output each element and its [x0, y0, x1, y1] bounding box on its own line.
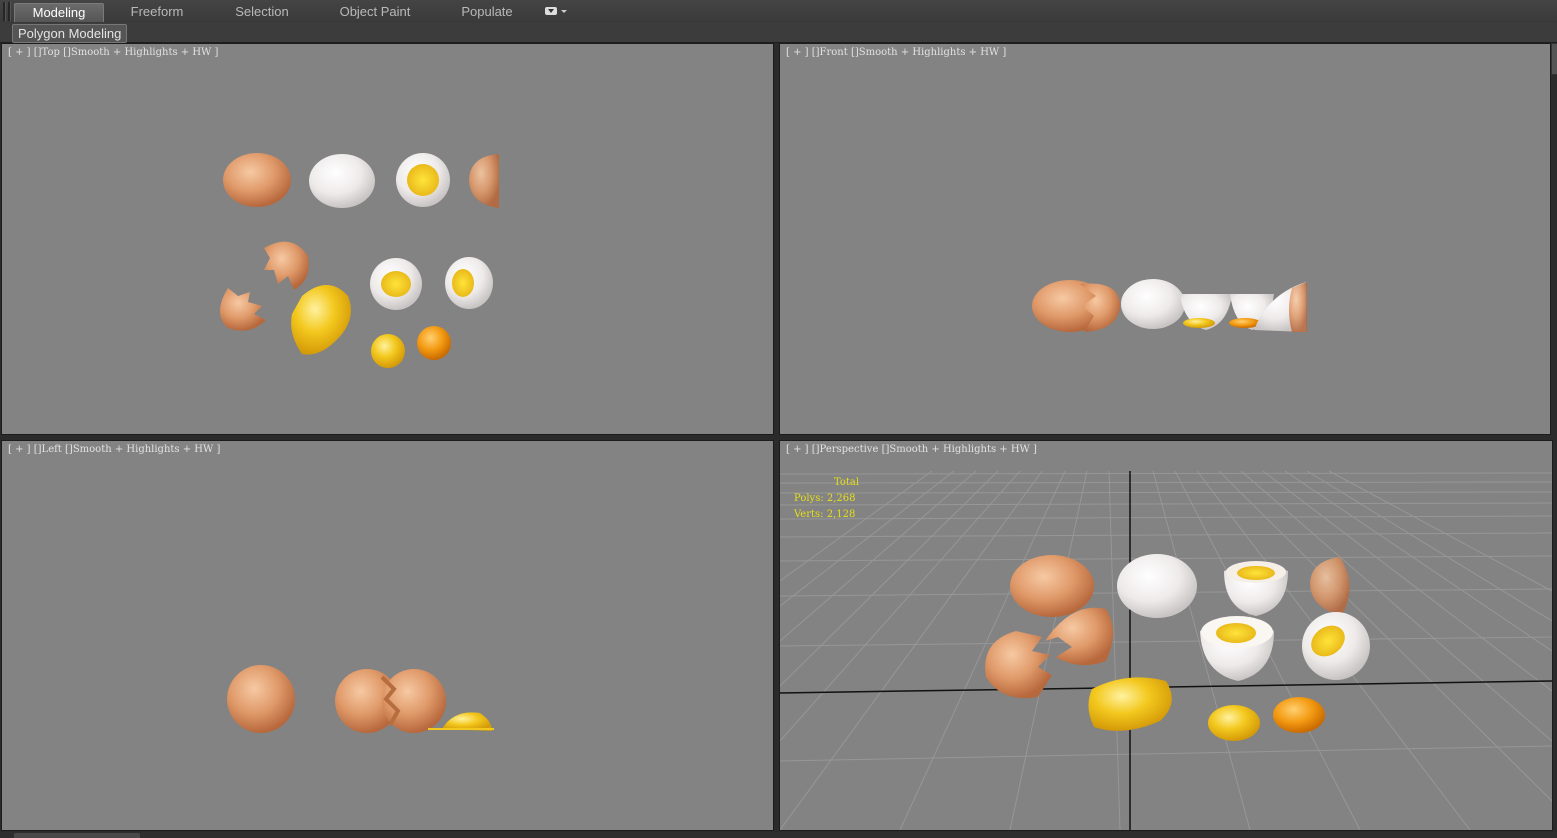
home-grid	[780, 470, 1552, 830]
shell-half[interactable]	[469, 154, 499, 208]
polygon-modeling-panel[interactable]: Polygon Modeling	[12, 24, 128, 43]
verts-value: 2,128	[826, 509, 856, 520]
chevron-down-icon	[561, 10, 567, 13]
tab-selection[interactable]: Selection	[222, 3, 302, 21]
ribbon-panel: Polygon Modeling	[0, 23, 1557, 43]
white-egg[interactable]	[309, 154, 375, 208]
scene-left	[227, 665, 494, 733]
yolk-cut	[1216, 623, 1256, 643]
yolk-ball[interactable]	[1183, 318, 1215, 328]
tab-modeling[interactable]: Modeling	[14, 3, 104, 22]
white-egg[interactable]	[1121, 279, 1185, 329]
polys-value: 2,268	[826, 493, 856, 504]
cracked-shell[interactable]	[264, 241, 309, 290]
yolk-ball[interactable]	[417, 326, 451, 360]
scene-top	[220, 153, 499, 368]
cracked-shell[interactable]	[985, 631, 1052, 699]
viewport-perspective[interactable]: [ + ] []Perspective []Smooth + Highlight…	[779, 440, 1553, 831]
brown-egg[interactable]	[1010, 555, 1094, 617]
ribbon-grip[interactable]	[8, 2, 11, 21]
time-slider[interactable]	[14, 833, 140, 838]
tab-object-paint[interactable]: Object Paint	[328, 3, 422, 21]
ribbon-tab-bar: Modeling Freeform Selection Object Paint…	[0, 0, 1557, 24]
scene-statistics: Total Polys: 2,268 Verts: 2,128	[794, 475, 859, 523]
raw-yolk[interactable]	[291, 285, 351, 355]
viewport-left[interactable]: [ + ] []Left []Smooth + Highlights + HW …	[1, 440, 774, 831]
scene-front	[1032, 279, 1307, 332]
cracked-shell[interactable]	[220, 288, 266, 331]
stats-verts: Verts: 2,128	[794, 507, 859, 523]
yolk-cut	[407, 164, 439, 196]
tab-populate[interactable]: Populate	[450, 3, 524, 21]
status-bar	[0, 832, 1557, 838]
ribbon-options-icon[interactable]	[543, 6, 569, 18]
yolk-ball[interactable]	[371, 334, 405, 368]
scrollbar-thumb[interactable]	[1551, 43, 1557, 75]
shell-half[interactable]	[1289, 282, 1307, 332]
raw-yolk[interactable]	[1088, 677, 1172, 731]
yolk-ball[interactable]	[1208, 705, 1260, 741]
stats-title: Total	[834, 477, 860, 488]
stats-polys: Polys: 2,268	[794, 491, 859, 507]
yolk-cut	[1237, 566, 1275, 580]
ribbon-options-box	[545, 7, 557, 15]
tab-freeform[interactable]: Freeform	[118, 3, 196, 21]
yolk-ball[interactable]	[1273, 697, 1325, 733]
viewport-front[interactable]: [ + ] []Front []Smooth + Highlights + HW…	[779, 43, 1551, 435]
verts-label: Verts:	[794, 509, 824, 520]
brown-egg[interactable]	[227, 665, 295, 733]
ribbon-grip[interactable]	[3, 2, 6, 21]
shell-half[interactable]	[1310, 557, 1350, 615]
viewport-top[interactable]: [ + ] []Top []Smooth + Highlights + HW ]	[1, 43, 774, 435]
yolk-cut	[381, 271, 411, 297]
polys-label: Polys:	[794, 493, 824, 504]
white-egg[interactable]	[1117, 554, 1197, 618]
brown-egg[interactable]	[223, 153, 291, 207]
scene-perspective	[780, 470, 1552, 830]
yolk-cut	[452, 269, 474, 297]
